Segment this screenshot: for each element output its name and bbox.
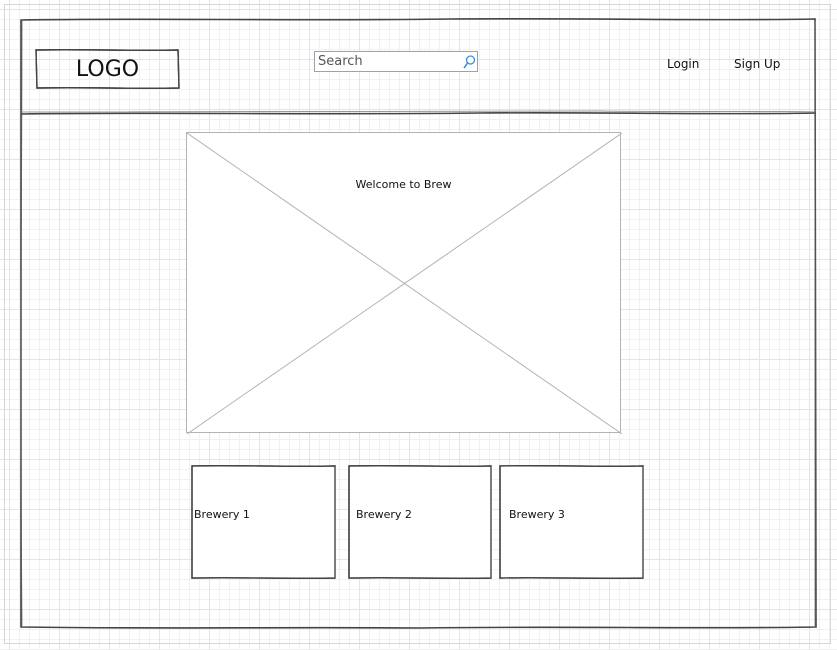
brewery-card-2[interactable]: Brewery 2 xyxy=(350,466,493,578)
brewery-card-label: Brewery 3 xyxy=(509,508,565,521)
logo-text: LOGO xyxy=(75,57,140,82)
logo[interactable]: LOGO xyxy=(37,51,178,88)
search-icon[interactable] xyxy=(461,52,477,71)
search-input[interactable] xyxy=(315,52,461,71)
search-box[interactable] xyxy=(314,51,478,72)
login-link[interactable]: Login xyxy=(667,57,699,71)
hero-title: Welcome to Brew xyxy=(355,178,452,191)
brewery-card-label: Brewery 1 xyxy=(194,508,250,521)
signup-link[interactable]: Sign Up xyxy=(734,57,780,71)
brewery-card-3[interactable]: Brewery 3 xyxy=(501,466,644,578)
brewery-card-label: Brewery 2 xyxy=(356,508,412,521)
hero-image-placeholder: Welcome to Brew xyxy=(186,132,622,434)
brewery-card-1[interactable]: Brewery 1 xyxy=(193,466,336,578)
